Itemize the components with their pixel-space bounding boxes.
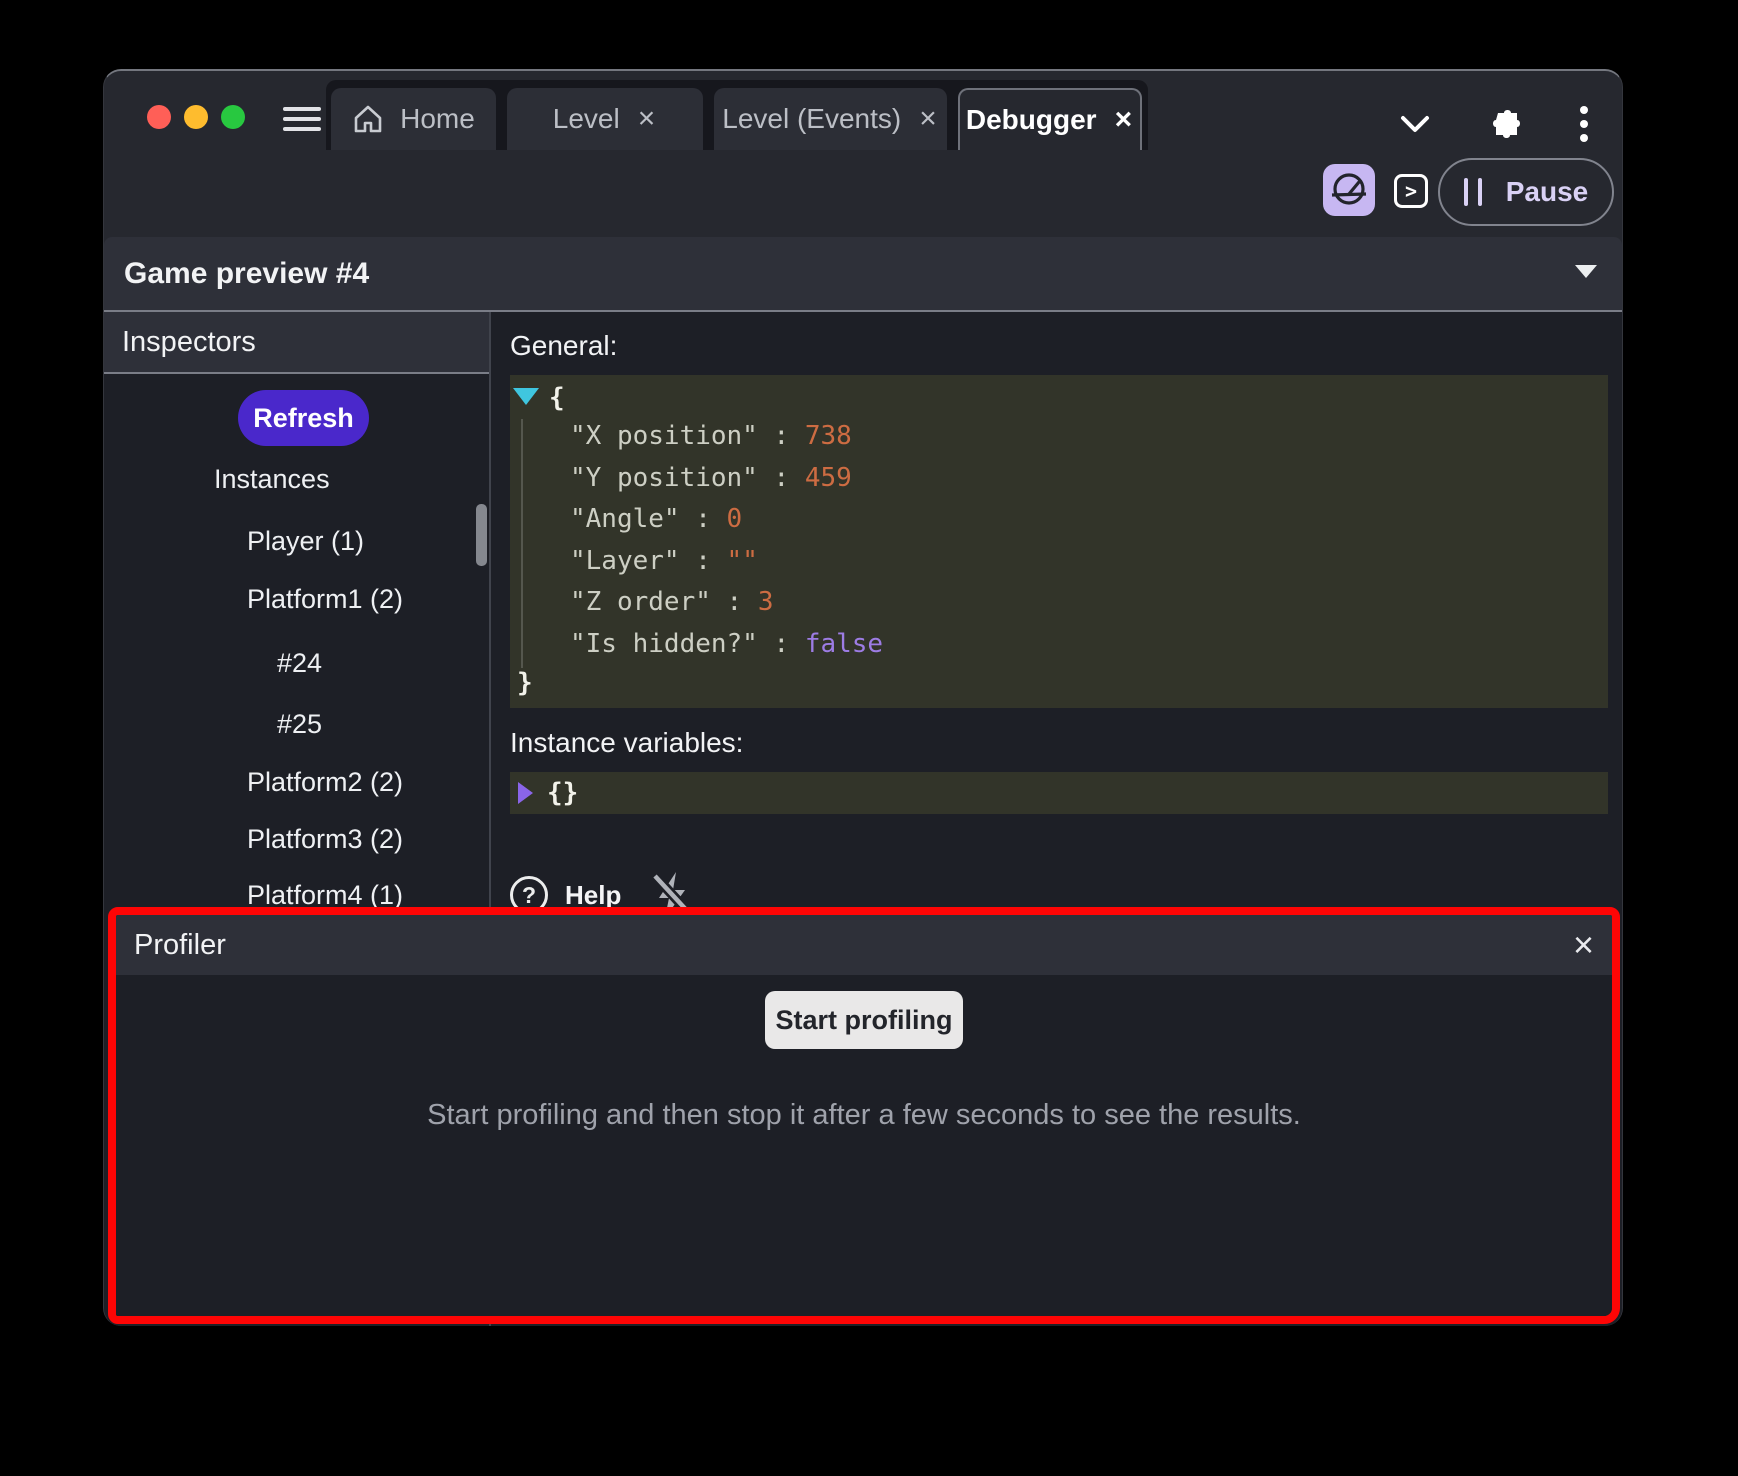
instance-variables-label: Instance variables: xyxy=(510,727,1608,759)
tree-item-25[interactable]: #25 xyxy=(277,709,322,739)
expand-triangle-icon[interactable] xyxy=(518,782,533,804)
profiler-hint-text: Start profiling and then stop it after a… xyxy=(427,1099,1301,1132)
home-icon xyxy=(352,104,384,134)
json-open-brace: { xyxy=(549,380,565,416)
tab-bar: Home Level × Level (Events) × Debugger × xyxy=(326,80,1148,150)
extensions-puzzle-icon[interactable] xyxy=(1488,108,1520,140)
start-profiling-button[interactable]: Start profiling xyxy=(765,991,963,1049)
help-label: Help xyxy=(565,880,621,911)
tab-level[interactable]: Level × xyxy=(507,88,703,150)
collapse-triangle-icon[interactable] xyxy=(513,388,539,405)
tab-close-icon[interactable]: × xyxy=(1113,105,1135,135)
json-indent-guide xyxy=(521,419,523,668)
pause-button[interactable]: Pause xyxy=(1438,158,1614,226)
console-button[interactable]: > xyxy=(1394,174,1428,208)
tab-label: Debugger xyxy=(966,104,1097,136)
zoom-window-button[interactable] xyxy=(221,105,245,129)
tab-level-events[interactable]: Level (Events) × xyxy=(714,88,947,150)
profiler-title: Profiler xyxy=(116,929,1555,962)
tab-debugger[interactable]: Debugger × xyxy=(958,88,1142,150)
sidebar-scrollbar-thumb[interactable] xyxy=(476,504,487,566)
tree-item-24[interactable]: #24 xyxy=(277,648,322,678)
tree-item-platform3-2[interactable]: Platform3 (2) xyxy=(247,824,403,854)
tab-home[interactable]: Home xyxy=(331,88,496,150)
general-section-label: General: xyxy=(510,330,1608,362)
json-row: "Is hidden?" : false xyxy=(513,624,1598,666)
game-preview-title: Game preview #4 xyxy=(104,257,369,291)
profiler-close-icon[interactable]: × xyxy=(1555,927,1612,963)
json-row: "Y position" : 459 xyxy=(513,458,1598,500)
pause-icon xyxy=(1464,178,1482,206)
general-json-viewer: { "X position" : 738"Y position" : 459"A… xyxy=(510,375,1608,708)
json-row: "Z order" : 3 xyxy=(513,582,1598,624)
tree-item-instances[interactable]: Instances xyxy=(214,464,330,494)
json-row: "X position" : 738 xyxy=(513,416,1598,458)
minimize-window-button[interactable] xyxy=(184,105,208,129)
profiler-body: Start profiling Start profiling and then… xyxy=(116,975,1612,1316)
tab-close-icon[interactable]: × xyxy=(917,104,939,134)
game-preview-selector[interactable]: Game preview #4 xyxy=(104,237,1622,312)
profiler-header: Profiler × xyxy=(116,915,1612,975)
tab-label: Home xyxy=(400,103,475,135)
dropdown-caret-icon xyxy=(1575,265,1597,278)
tree-item-platform4-1[interactable]: Platform4 (1) xyxy=(247,880,403,910)
profiler-panel: Profiler × Start profiling Start profili… xyxy=(108,907,1620,1324)
inspectors-header: Inspectors xyxy=(104,312,489,374)
window-controls xyxy=(147,105,245,129)
pause-button-label: Pause xyxy=(1506,176,1589,208)
tab-label: Level xyxy=(553,103,620,135)
tree-item-player-1[interactable]: Player (1) xyxy=(247,526,364,556)
json-rows: "X position" : 738"Y position" : 459"Ang… xyxy=(513,416,1598,665)
tree-item-platform2-2[interactable]: Platform2 (2) xyxy=(247,767,403,797)
menu-hamburger-icon[interactable] xyxy=(283,107,321,131)
chevron-down-icon[interactable] xyxy=(1400,114,1430,134)
json-row: "Angle" : 0 xyxy=(513,499,1598,541)
tree-item-platform1-2[interactable]: Platform1 (2) xyxy=(247,584,403,614)
terminal-prompt-icon: > xyxy=(1405,179,1417,203)
json-close-brace: } xyxy=(517,665,533,701)
inspectors-title: Inspectors xyxy=(104,326,256,359)
tab-close-icon[interactable]: × xyxy=(636,104,658,134)
instance-variables-value: {} xyxy=(547,778,578,808)
tab-label: Level (Events) xyxy=(722,103,901,135)
json-row: "Layer" : "" xyxy=(513,541,1598,583)
more-options-kebab-icon[interactable] xyxy=(1578,104,1590,144)
refresh-button[interactable]: Refresh xyxy=(238,390,369,446)
close-window-button[interactable] xyxy=(147,105,171,129)
instance-variables-viewer: {} xyxy=(510,772,1608,814)
profiler-toggle-button[interactable] xyxy=(1323,164,1375,216)
gauge-icon xyxy=(1329,170,1369,210)
app-window: Home Level × Level (Events) × Debugger × > Pau… xyxy=(103,69,1623,1326)
